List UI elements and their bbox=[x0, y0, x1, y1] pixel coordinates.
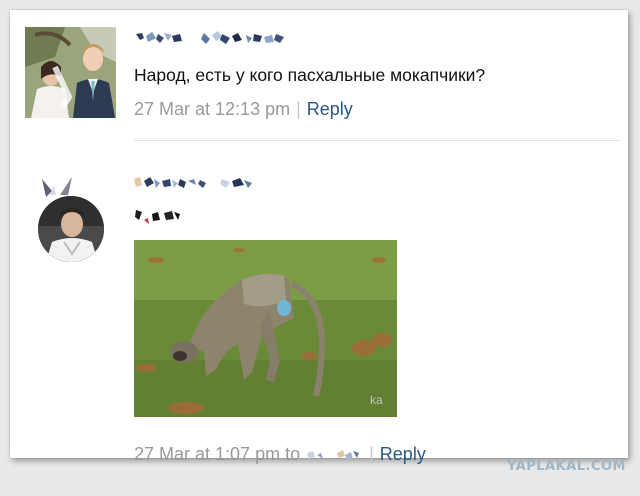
svg-text:ka: ka bbox=[370, 393, 383, 407]
comment-meta: 27 Mar at 1:07 pm to | Reply bbox=[134, 444, 426, 465]
comment-1: Народ, есть у кого пасхальные мокапчики?… bbox=[10, 10, 628, 140]
comment-text-redacted bbox=[135, 210, 180, 224]
attached-monkey-photo[interactable]: ka bbox=[134, 240, 397, 417]
comment-text: Народ, есть у кого пасхальные мокапчики? bbox=[134, 65, 486, 85]
timestamp-link[interactable]: 27 Mar at 1:07 pm to bbox=[134, 444, 300, 464]
site-watermark: YAPLAKAL.COM bbox=[507, 459, 626, 474]
timestamp-link[interactable]: 27 Mar at 12:13 pm bbox=[134, 99, 290, 119]
author-name-redacted[interactable] bbox=[134, 175, 264, 193]
comments-card: Народ, есть у кого пасхальные мокапчики?… bbox=[10, 10, 628, 464]
comment-divider bbox=[134, 140, 620, 141]
comment-meta: 27 Mar at 12:13 pm | Reply bbox=[134, 99, 353, 120]
reply-button[interactable]: Reply bbox=[380, 444, 426, 464]
recipient-name-redacted[interactable] bbox=[305, 447, 363, 463]
author-name-redacted[interactable] bbox=[134, 30, 294, 48]
avatar-round[interactable] bbox=[38, 175, 104, 265]
meta-separator: | bbox=[296, 99, 301, 119]
meta-separator: | bbox=[369, 444, 374, 464]
comment-2: ka 27 Mar at 1:07 pm to | Reply bbox=[10, 142, 628, 464]
reply-button[interactable]: Reply bbox=[307, 99, 353, 119]
avatar-wedding-photo[interactable] bbox=[25, 27, 116, 118]
